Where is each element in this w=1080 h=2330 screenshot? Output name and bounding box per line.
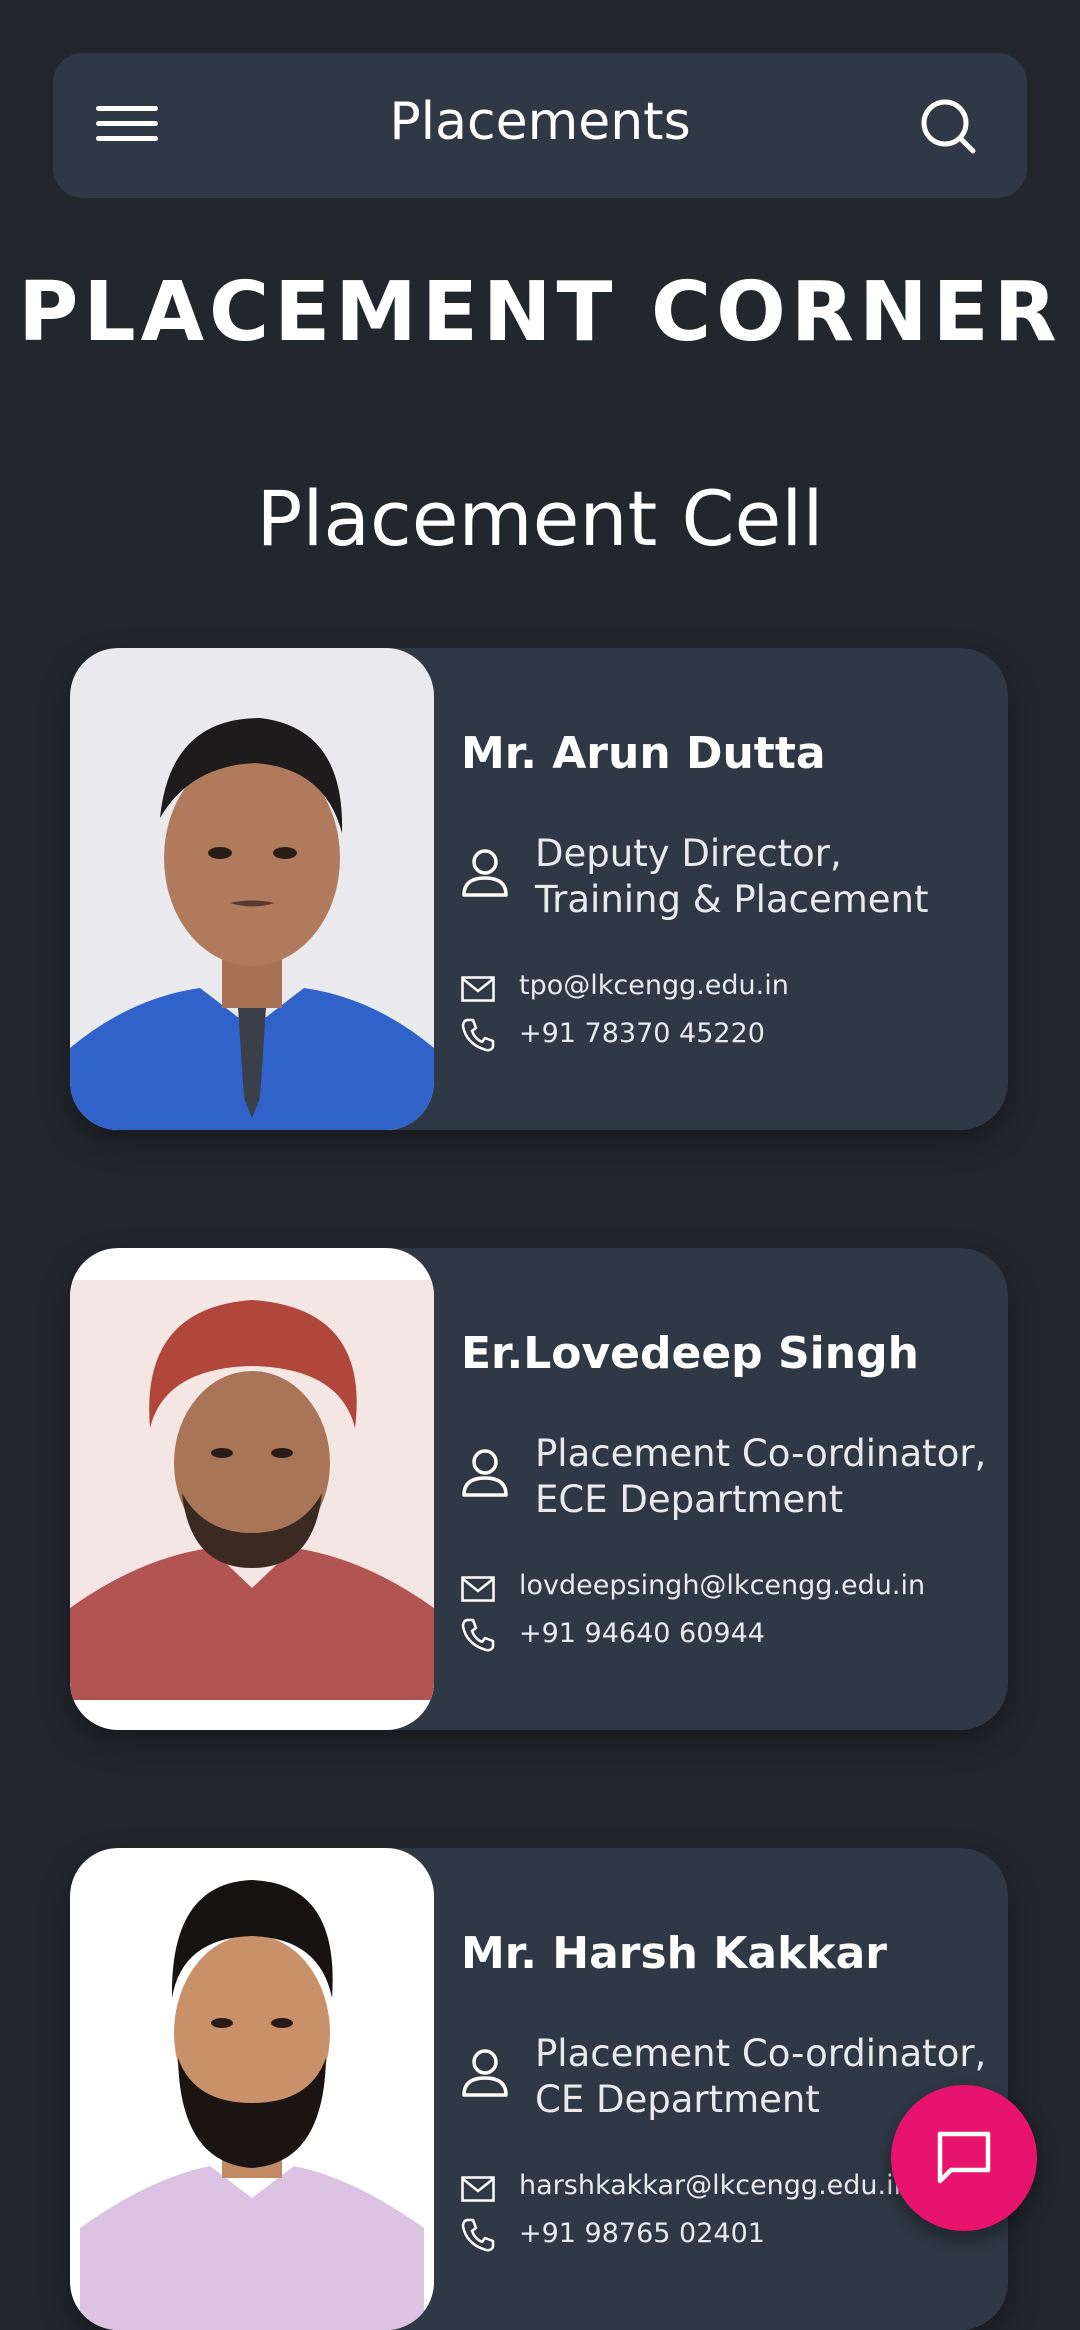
phone-icon bbox=[461, 2218, 495, 2252]
mail-icon bbox=[461, 2176, 495, 2202]
chat-icon bbox=[937, 2131, 991, 2184]
contact-role: Deputy Director, Training & Placement bbox=[535, 831, 929, 923]
search-icon[interactable] bbox=[918, 96, 978, 156]
page-heading: PLACEMENT CORNER bbox=[18, 265, 1062, 360]
contact-email[interactable]: tpo@lkcengg.edu.in bbox=[519, 970, 789, 1001]
person-icon bbox=[462, 849, 508, 897]
role-line: Placement Co-ordinator, bbox=[535, 2032, 987, 2075]
phone-icon bbox=[461, 1618, 495, 1652]
contact-name: Er.Lovedeep Singh bbox=[461, 1328, 919, 1379]
person-icon bbox=[462, 2049, 508, 2097]
phone-icon bbox=[461, 1018, 495, 1052]
contact-card: Mr. Arun Dutta Deputy Director, Training… bbox=[70, 648, 1008, 1130]
section-title: Placement Cell bbox=[256, 474, 824, 563]
chat-button[interactable] bbox=[891, 2085, 1037, 2231]
mail-icon bbox=[461, 1576, 495, 1602]
contact-email[interactable]: lovdeepsingh@lkcengg.edu.in bbox=[519, 1570, 925, 1601]
contact-name: Mr. Arun Dutta bbox=[461, 728, 826, 779]
contact-phone[interactable]: +91 98765 02401 bbox=[519, 2218, 765, 2249]
contact-card: Er.Lovedeep Singh Placement Co-ordinator… bbox=[70, 1248, 1008, 1730]
role-line: Training & Placement bbox=[535, 878, 929, 921]
role-line: Placement Co-ordinator, bbox=[535, 1432, 987, 1475]
contact-phone[interactable]: +91 78370 45220 bbox=[519, 1018, 765, 1049]
role-line: Deputy Director, bbox=[535, 832, 842, 875]
role-line: ECE Department bbox=[535, 1478, 844, 1521]
contact-photo bbox=[70, 1848, 434, 2330]
contact-name: Mr. Harsh Kakkar bbox=[461, 1928, 887, 1979]
contact-card: Mr. Harsh Kakkar Placement Co-ordinator,… bbox=[70, 1848, 1008, 2330]
contact-photo bbox=[70, 1248, 434, 1730]
contact-role: Placement Co-ordinator, ECE Department bbox=[535, 1431, 986, 1523]
contact-email[interactable]: harshkakkar@lkcengg.edu.in bbox=[519, 2170, 911, 2201]
person-icon bbox=[462, 1449, 508, 1497]
contact-photo bbox=[70, 648, 434, 1130]
contact-phone[interactable]: +91 94640 60944 bbox=[519, 1618, 765, 1649]
mail-icon bbox=[461, 976, 495, 1002]
